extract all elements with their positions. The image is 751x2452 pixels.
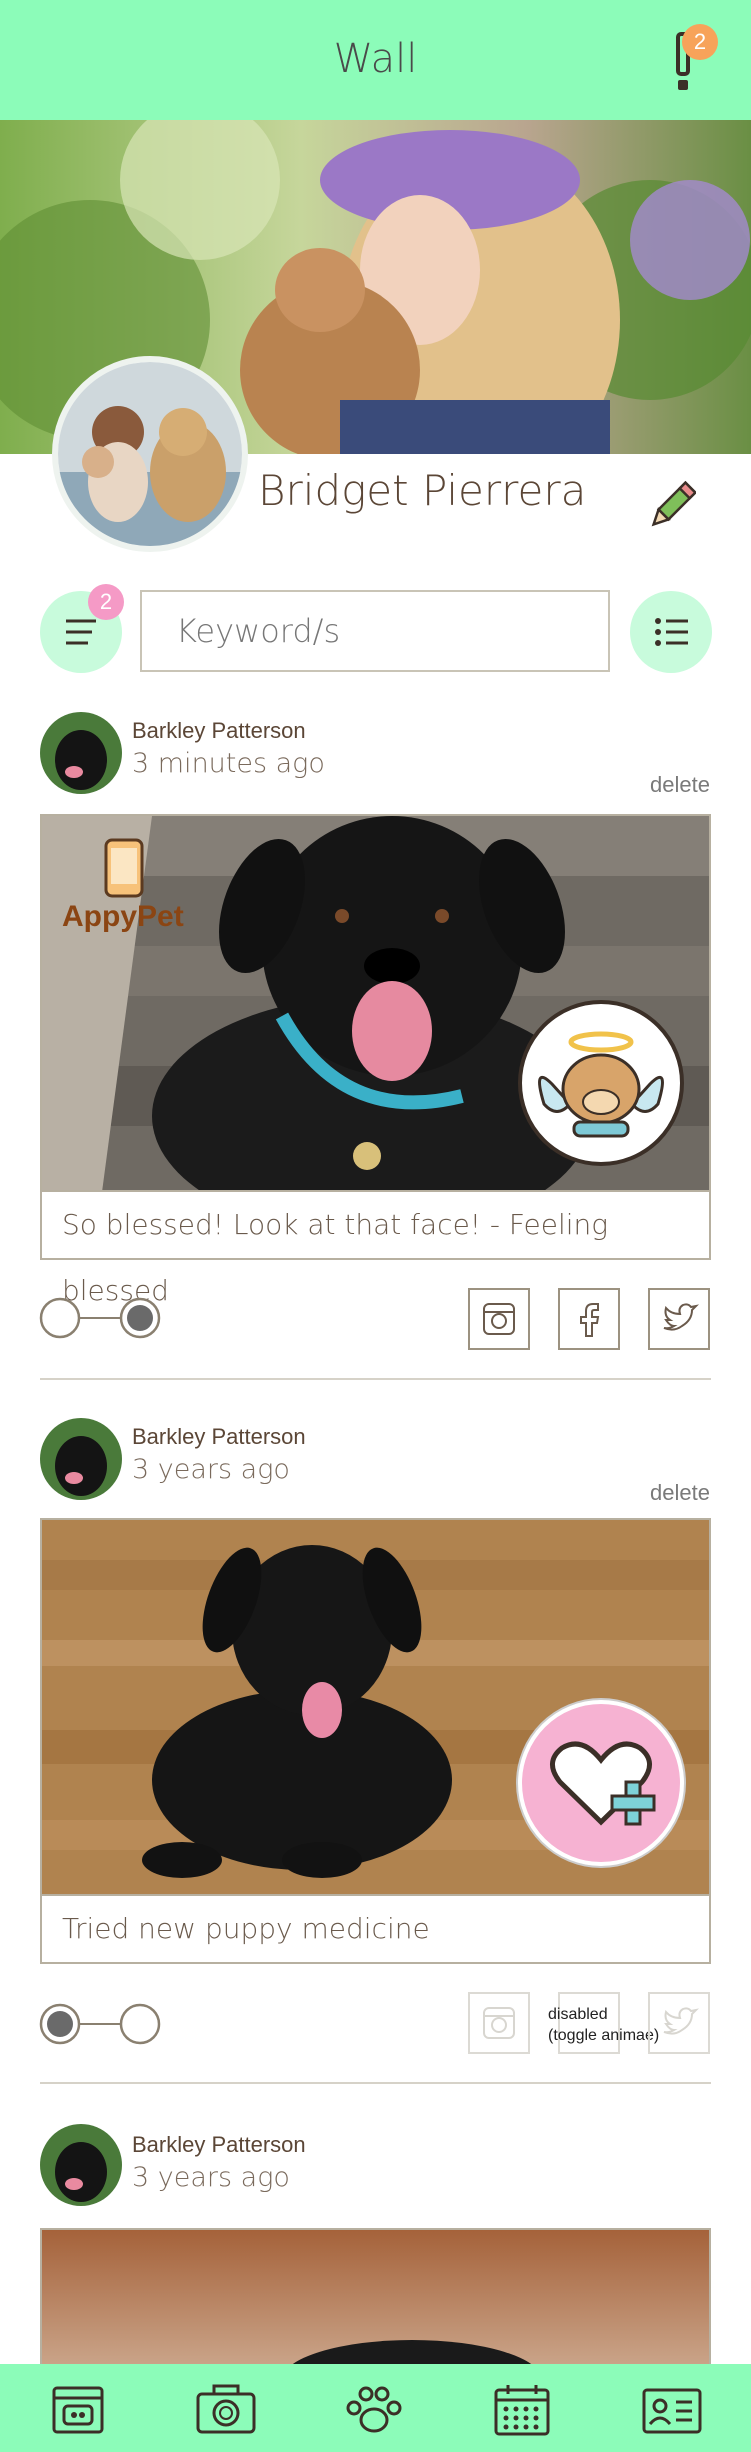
page-title: Wall [333,36,418,82]
top-bar: Wall 2 [0,0,751,120]
post-caption: So blessed! Look at that face! - Feeling… [40,1190,711,1307]
twitter-icon [663,1303,700,1331]
pencil-icon[interactable] [648,478,696,534]
camera-icon[interactable] [194,2382,258,2438]
post-time: 3 years ago [132,2162,290,2193]
post-toggle[interactable] [38,2002,162,2046]
instagram-share-button[interactable] [468,1992,530,2054]
post-avatar[interactable] [40,712,122,794]
disabled-note: disabled (toggle animae) [548,2006,660,2044]
calendar-icon[interactable] [490,2382,554,2438]
filter-badge: 2 [88,584,124,620]
post-image[interactable] [40,2228,711,2364]
notification-badge: 2 [682,24,718,60]
watermark-text: AppyPet [62,900,184,933]
paw-icon[interactable] [342,2382,406,2438]
facebook-share-button[interactable] [558,1288,620,1350]
appypet-watermark: AppyPet [62,838,184,948]
delete-link[interactable]: delete [650,1480,710,1506]
twitter-share-button[interactable] [648,1288,710,1350]
post-time: 3 years ago [132,1454,290,1485]
delete-link[interactable]: delete [650,772,710,798]
post-author[interactable]: Barkley Patterson [132,1424,306,1450]
instagram-share-button[interactable] [468,1288,530,1350]
post-time: 3 minutes ago [132,748,325,779]
heart-plus-icon [518,1700,684,1866]
post-author[interactable]: Barkley Patterson [132,2132,306,2158]
instagram-icon [483,2007,515,2039]
post-caption: Tried new puppy medicine [40,1894,711,1964]
post-divider [40,1378,711,1380]
post-toggle[interactable] [38,1296,162,1340]
post-avatar[interactable] [40,2124,122,2206]
facebook-icon [580,1303,600,1337]
dog-bed-icon[interactable] [46,2382,110,2438]
angel-dog-icon [518,1000,684,1166]
post-author[interactable]: Barkley Patterson [132,718,306,744]
bottom-navigation [0,2364,751,2452]
list-icon [655,618,688,646]
profile-name: Bridget Pierrera [258,466,587,515]
phone-icon [104,838,144,898]
profile-card-icon[interactable] [640,2382,704,2438]
post-avatar[interactable] [40,1418,122,1500]
twitter-icon [663,2007,700,2035]
instagram-icon [483,1303,515,1335]
post-divider [40,2082,711,2084]
twitter-share-button[interactable] [648,1992,710,2054]
search-input[interactable]: Keyword/s [140,590,610,672]
profile-avatar[interactable] [52,356,248,552]
list-view-button[interactable] [630,591,712,673]
